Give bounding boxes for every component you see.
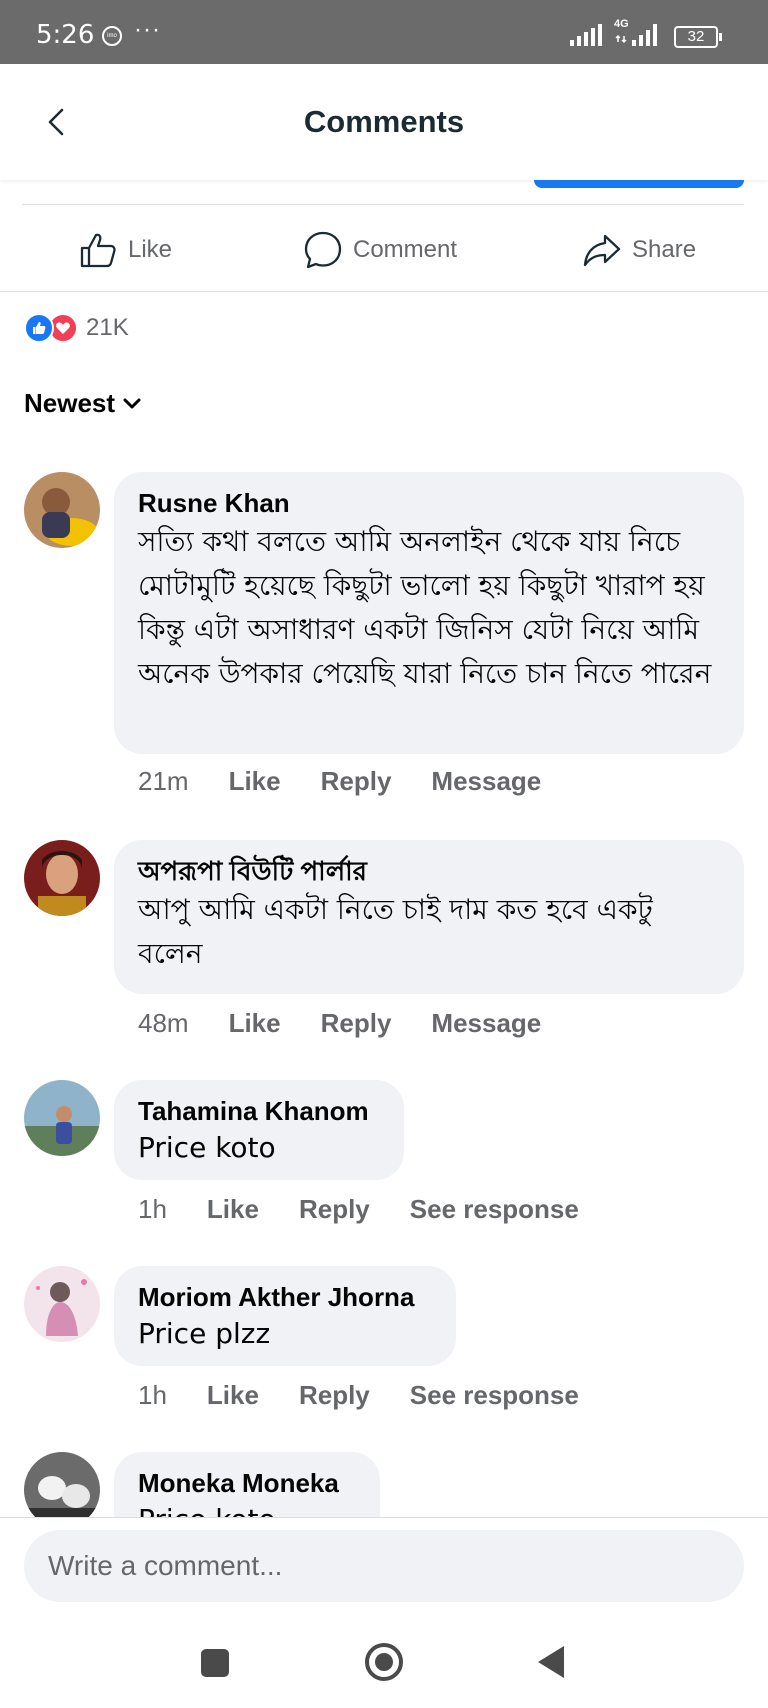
avatar[interactable]	[24, 1080, 100, 1156]
comment-bubble[interactable]: Rusne Khan সত্যি কথা বলতে আমি অনলাইন থেক…	[114, 472, 744, 754]
like-label: Like	[128, 236, 173, 263]
avatar[interactable]	[24, 1452, 100, 1517]
comment-reply-button[interactable]: Reply	[321, 1008, 392, 1039]
sort-dropdown[interactable]: Newest	[24, 388, 143, 419]
comment-meta: 1h Like Reply See response	[138, 1194, 619, 1225]
see-response-button[interactable]: See response	[410, 1194, 579, 1225]
signal-icon	[570, 24, 602, 46]
comment-input[interactable]	[24, 1530, 744, 1602]
comment-clip: Moneka Moneka Price koto	[0, 1440, 768, 1517]
comment-text: আপু আমি একটা নিতে চাই দাম কত হবে একটু বল…	[138, 893, 653, 970]
comment-meta: 48m Like Reply Message	[138, 1008, 581, 1039]
share-label: Share	[632, 236, 697, 263]
comment-reply-button[interactable]: Reply	[299, 1194, 370, 1225]
imo-icon: imo	[102, 26, 122, 46]
comment-text: Price plzz	[138, 1317, 271, 1350]
avatar[interactable]	[24, 840, 100, 916]
chevron-down-icon	[123, 398, 141, 408]
header: Comments	[0, 64, 768, 180]
comment-reply-button[interactable]: Reply	[321, 766, 392, 797]
comment-time: 1h	[138, 1194, 167, 1224]
status-bar: 5:26 imo ··· 4G 32	[0, 0, 768, 64]
comment-bubble[interactable]: Moneka Moneka Price koto	[114, 1452, 380, 1517]
signal-4g-icon	[615, 24, 657, 46]
comment-meta: 21m Like Reply Message	[138, 766, 581, 797]
comment-bubble[interactable]: Moriom Akther Jhorna Price plzz	[114, 1266, 456, 1366]
commenter-name[interactable]: অপরূপা বিউটি পার্লার	[138, 854, 720, 888]
home-icon[interactable]	[364, 1642, 404, 1682]
recent-apps-icon[interactable]	[200, 1648, 230, 1678]
comment-label: Comment	[353, 236, 458, 263]
see-response-button[interactable]: See response	[410, 1380, 579, 1411]
comment-button[interactable]: Comment	[303, 228, 457, 272]
comment-time: 48m	[138, 1008, 189, 1038]
comment-message-button[interactable]: Message	[431, 766, 541, 797]
share-arrow-icon	[583, 234, 621, 267]
comment-like-button[interactable]: Like	[229, 766, 281, 797]
like-button[interactable]: Like	[78, 228, 172, 272]
comment-like-button[interactable]: Like	[207, 1380, 259, 1411]
comment-text: Price koto	[138, 1500, 356, 1517]
comment-reply-button[interactable]: Reply	[299, 1380, 370, 1411]
page-title: Comments	[303, 104, 465, 139]
commenter-name[interactable]: Moriom Akther Jhorna	[138, 1280, 432, 1314]
commenter-name[interactable]: Moneka Moneka	[138, 1466, 356, 1500]
avatar[interactable]	[24, 472, 100, 548]
comment-text: Price koto	[138, 1131, 276, 1164]
comment-like-button[interactable]: Like	[207, 1194, 259, 1225]
comment-text: সত্যি কথা বলতে আমি অনলাইন থেকে যায় নিচে…	[138, 525, 712, 690]
divider	[22, 204, 744, 205]
avatar[interactable]	[24, 1266, 100, 1342]
divider	[0, 291, 768, 292]
speech-bubble-icon	[304, 231, 342, 269]
more-notifications-icon: ···	[134, 16, 161, 43]
commenter-name[interactable]: Tahamina Khanom	[138, 1094, 380, 1128]
comment-time: 21m	[138, 766, 189, 796]
comment-bubble[interactable]: Tahamina Khanom Price koto	[114, 1080, 404, 1180]
sort-label: Newest	[24, 388, 116, 418]
comment-like-button[interactable]: Like	[229, 1008, 281, 1039]
share-button[interactable]: Share	[582, 228, 696, 272]
reaction-count: 21K	[86, 314, 129, 341]
status-time: 5:26	[36, 20, 95, 50]
back-triangle-icon[interactable]	[536, 1644, 566, 1680]
comment-bubble[interactable]: অপরূপা বিউটি পার্লার আপু আমি একটা নিতে চ…	[114, 840, 744, 994]
post-button-edge[interactable]	[534, 180, 744, 188]
like-reaction-icon	[24, 313, 54, 343]
thumbs-up-icon	[80, 233, 116, 268]
battery-icon: 32	[674, 26, 722, 48]
commenter-name[interactable]: Rusne Khan	[138, 486, 720, 520]
comment-time: 1h	[138, 1380, 167, 1410]
reactions-summary[interactable]: 21K	[24, 312, 129, 344]
comment-meta: 1h Like Reply See response	[138, 1380, 619, 1411]
comment-message-button[interactable]: Message	[431, 1008, 541, 1039]
system-nav-bar	[0, 1620, 768, 1708]
